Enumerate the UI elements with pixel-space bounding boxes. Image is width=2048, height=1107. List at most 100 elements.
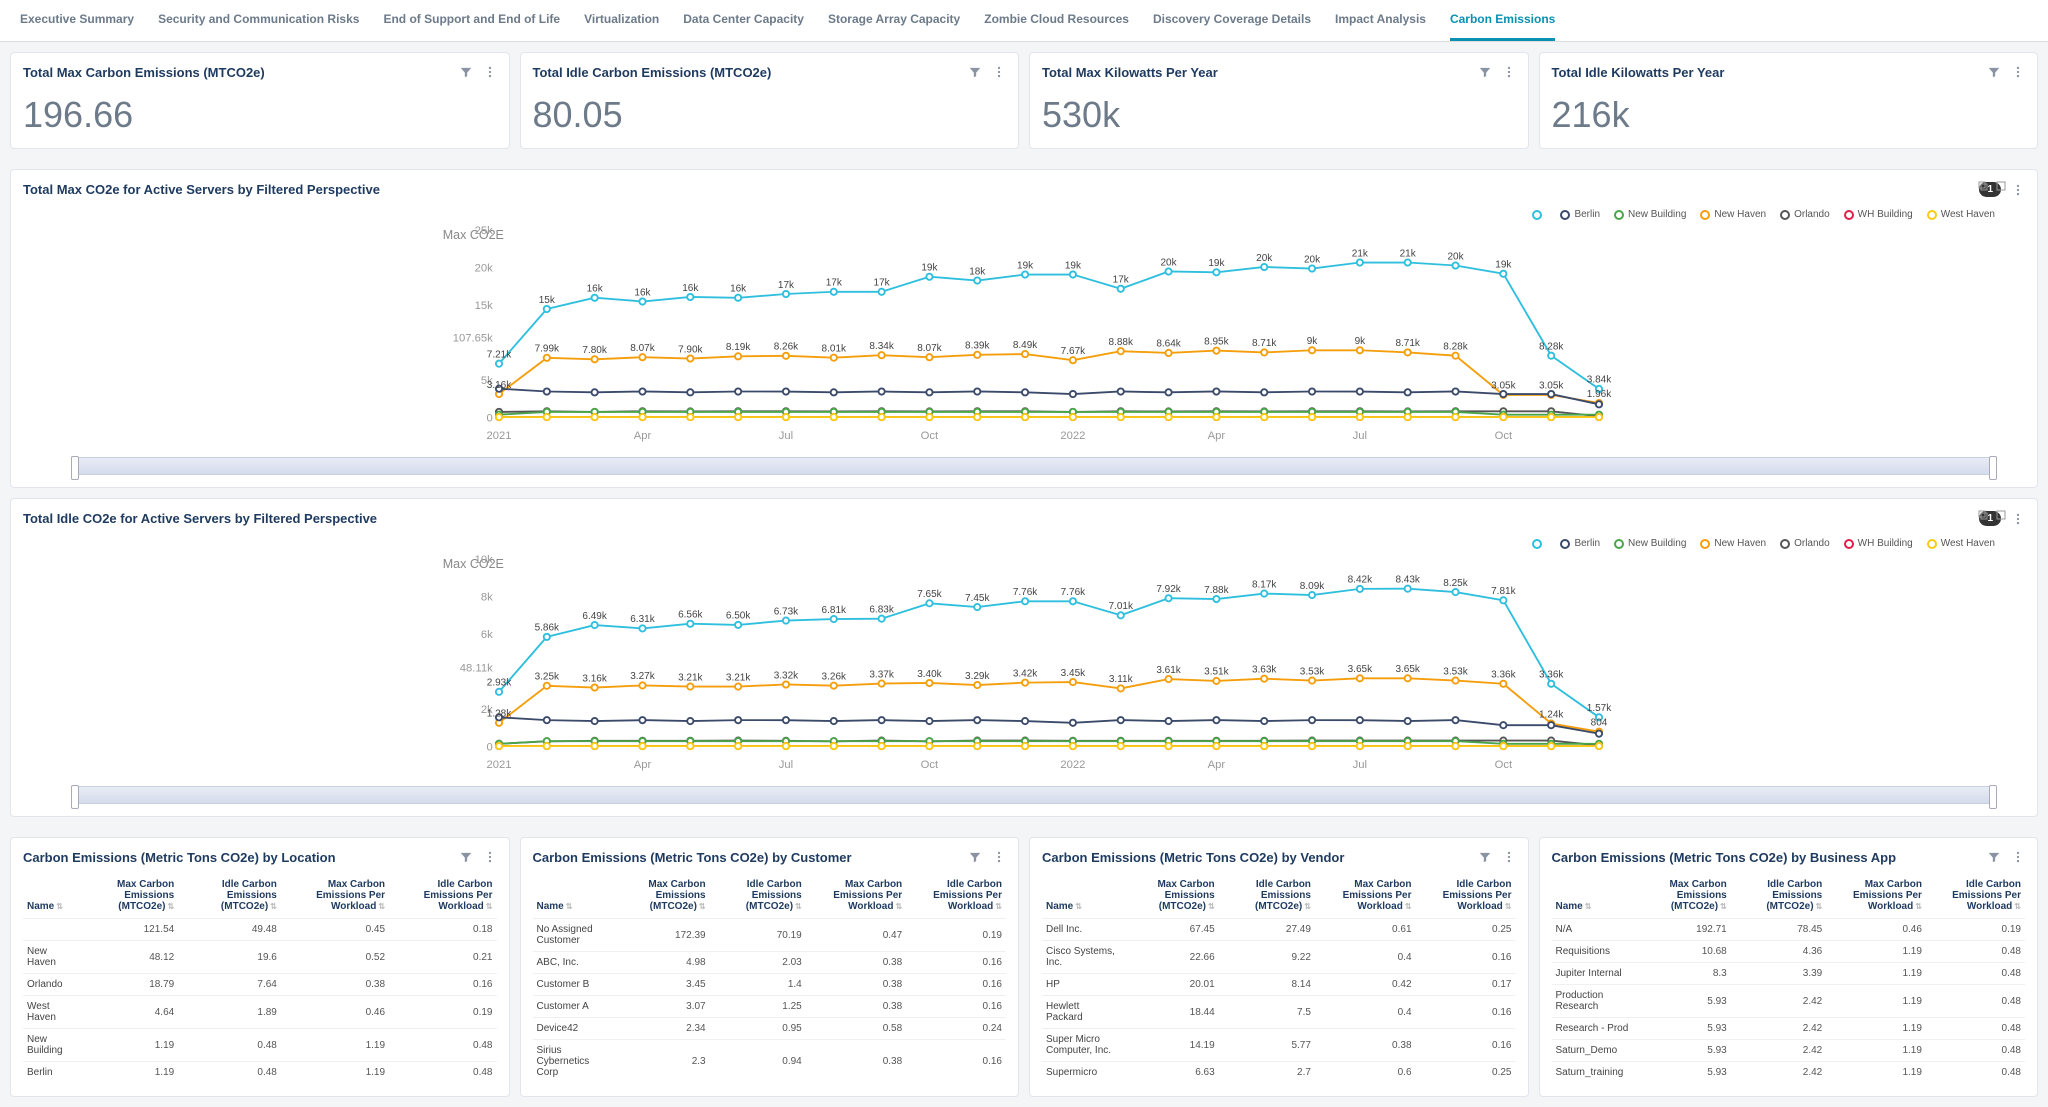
more-icon[interactable] <box>483 850 497 864</box>
legend-item[interactable]: WH Building <box>1844 209 1913 220</box>
sort-icon[interactable]: ⇅ <box>168 902 175 911</box>
chart-point[interactable] <box>1500 271 1506 277</box>
chart-point[interactable] <box>1500 597 1506 603</box>
chart-point[interactable] <box>878 388 884 394</box>
chart-point[interactable] <box>1405 675 1411 681</box>
chart-point[interactable] <box>1118 685 1124 691</box>
chart-point[interactable] <box>544 634 550 640</box>
sort-icon[interactable]: ⇅ <box>2014 902 2021 911</box>
chart-point[interactable] <box>687 743 693 749</box>
chart-point[interactable] <box>1500 743 1506 749</box>
legend-item[interactable]: Berlin <box>1560 209 1600 220</box>
table-row[interactable]: Hewlett Packard18.447.50.40.16 <box>1042 996 1516 1029</box>
chart-point[interactable] <box>1261 718 1267 724</box>
legend-item[interactable]: New Haven <box>1700 209 1766 220</box>
chart-point[interactable] <box>974 388 980 394</box>
table-row[interactable]: N/A192.7178.450.460.19 <box>1552 919 2026 941</box>
chart-point[interactable] <box>1548 414 1554 420</box>
chart-point[interactable] <box>687 355 693 361</box>
table-header[interactable]: Idle Carbon Emissions Per Workload⇅ <box>389 873 496 919</box>
chart-point[interactable] <box>1165 676 1171 682</box>
copy-icon[interactable] <box>1977 180 1989 192</box>
table-header[interactable]: Name⇅ <box>1042 873 1122 919</box>
table-header[interactable]: Max Carbon Emissions (MTCO2e)⇅ <box>1635 873 1731 919</box>
chart-point[interactable] <box>1022 680 1028 686</box>
table-header[interactable]: Idle Carbon Emissions Per Workload⇅ <box>906 873 1006 919</box>
legend-item[interactable]: Berlin <box>1560 538 1600 549</box>
table-row[interactable]: West Haven4.641.890.460.19 <box>23 996 497 1029</box>
chart-point[interactable] <box>735 353 741 359</box>
tab-virtualization[interactable]: Virtualization <box>584 0 659 41</box>
chart-point[interactable] <box>1118 414 1124 420</box>
table-header[interactable]: Idle Carbon Emissions Per Workload⇅ <box>1926 873 2025 919</box>
chart-point[interactable] <box>1452 677 1458 683</box>
chart-point[interactable] <box>1022 389 1028 395</box>
chart-point[interactable] <box>1070 414 1076 420</box>
filter-icon[interactable] <box>1478 65 1492 79</box>
chart-point[interactable] <box>1596 401 1602 407</box>
legend-item[interactable]: West Haven <box>1927 538 1995 549</box>
chart-point[interactable] <box>878 680 884 686</box>
table-row[interactable]: New Building1.190.481.190.48 <box>23 1029 497 1062</box>
table-row[interactable]: Customer B3.451.40.380.16 <box>533 974 1007 996</box>
legend-item[interactable] <box>1532 209 1546 220</box>
sort-icon[interactable]: ⇅ <box>1405 902 1412 911</box>
more-icon[interactable] <box>992 850 1006 864</box>
chart-point[interactable] <box>1213 269 1219 275</box>
chart-point[interactable] <box>1261 389 1267 395</box>
chart-point[interactable] <box>926 680 932 686</box>
table-header[interactable]: Name⇅ <box>533 873 613 919</box>
chart-point[interactable] <box>639 388 645 394</box>
chart-point[interactable] <box>1357 347 1363 353</box>
chart-point[interactable] <box>1213 596 1219 602</box>
chart-series[interactable] <box>499 717 1599 733</box>
tab-end-of-support-and-end-of-life[interactable]: End of Support and End of Life <box>383 0 560 41</box>
chart-point[interactable] <box>1357 743 1363 749</box>
chart-point[interactable] <box>592 389 598 395</box>
table-row[interactable]: Requisitions10.684.361.190.48 <box>1552 941 2026 963</box>
legend-item[interactable]: Orlando <box>1780 209 1830 220</box>
chart-point[interactable] <box>1405 414 1411 420</box>
chart-point[interactable] <box>1309 414 1315 420</box>
chart-point[interactable] <box>1309 347 1315 353</box>
legend-item[interactable]: New Building <box>1614 538 1686 549</box>
chart-point[interactable] <box>974 717 980 723</box>
chart-point[interactable] <box>1165 414 1171 420</box>
chart-point[interactable] <box>831 616 837 622</box>
chart-point[interactable] <box>1405 718 1411 724</box>
table-row[interactable]: Jupiter Internal8.33.391.190.48 <box>1552 963 2026 985</box>
sort-icon[interactable]: ⇅ <box>1304 902 1311 911</box>
chart-point[interactable] <box>544 306 550 312</box>
tab-executive-summary[interactable]: Executive Summary <box>20 0 134 41</box>
table-row[interactable]: Production Research5.932.421.190.48 <box>1552 985 2026 1018</box>
chart-point[interactable] <box>1596 743 1602 749</box>
table-row[interactable]: Saturn_training5.932.421.190.48 <box>1552 1062 2026 1079</box>
table-row[interactable]: Supermicro6.632.70.60.25 <box>1042 1062 1516 1079</box>
table-header[interactable]: Max Carbon Emissions (MTCO2e)⇅ <box>1122 873 1219 919</box>
table-header[interactable]: Idle Carbon Emissions (MTCO2e)⇅ <box>710 873 806 919</box>
table-header[interactable]: Max Carbon Emissions (MTCO2e)⇅ <box>613 873 710 919</box>
chart-point[interactable] <box>592 684 598 690</box>
chart-point[interactable] <box>926 389 932 395</box>
sort-icon[interactable]: ⇅ <box>486 902 493 911</box>
chart-point[interactable] <box>1357 675 1363 681</box>
chart-point[interactable] <box>639 354 645 360</box>
chart-point[interactable] <box>687 621 693 627</box>
sort-icon[interactable]: ⇅ <box>56 902 63 911</box>
chart-point[interactable] <box>878 616 884 622</box>
chart-point[interactable] <box>878 414 884 420</box>
table-row[interactable]: Sirius Cybernetics Corp2.30.940.380.16 <box>533 1040 1007 1079</box>
chart-point[interactable] <box>974 277 980 283</box>
chart-series[interactable] <box>499 741 1599 744</box>
chart-point[interactable] <box>783 681 789 687</box>
chart-point[interactable] <box>1309 717 1315 723</box>
chart-point[interactable] <box>735 388 741 394</box>
chart-point[interactable] <box>1070 391 1076 397</box>
table-row[interactable]: Cisco Systems, Inc.22.669.220.40.16 <box>1042 941 1516 974</box>
chart-point[interactable] <box>1452 414 1458 420</box>
tab-zombie-cloud-resources[interactable]: Zombie Cloud Resources <box>984 0 1129 41</box>
chart-point[interactable] <box>1261 590 1267 596</box>
chart-point[interactable] <box>1405 389 1411 395</box>
chart-point[interactable] <box>496 743 502 749</box>
chart-point[interactable] <box>639 414 645 420</box>
